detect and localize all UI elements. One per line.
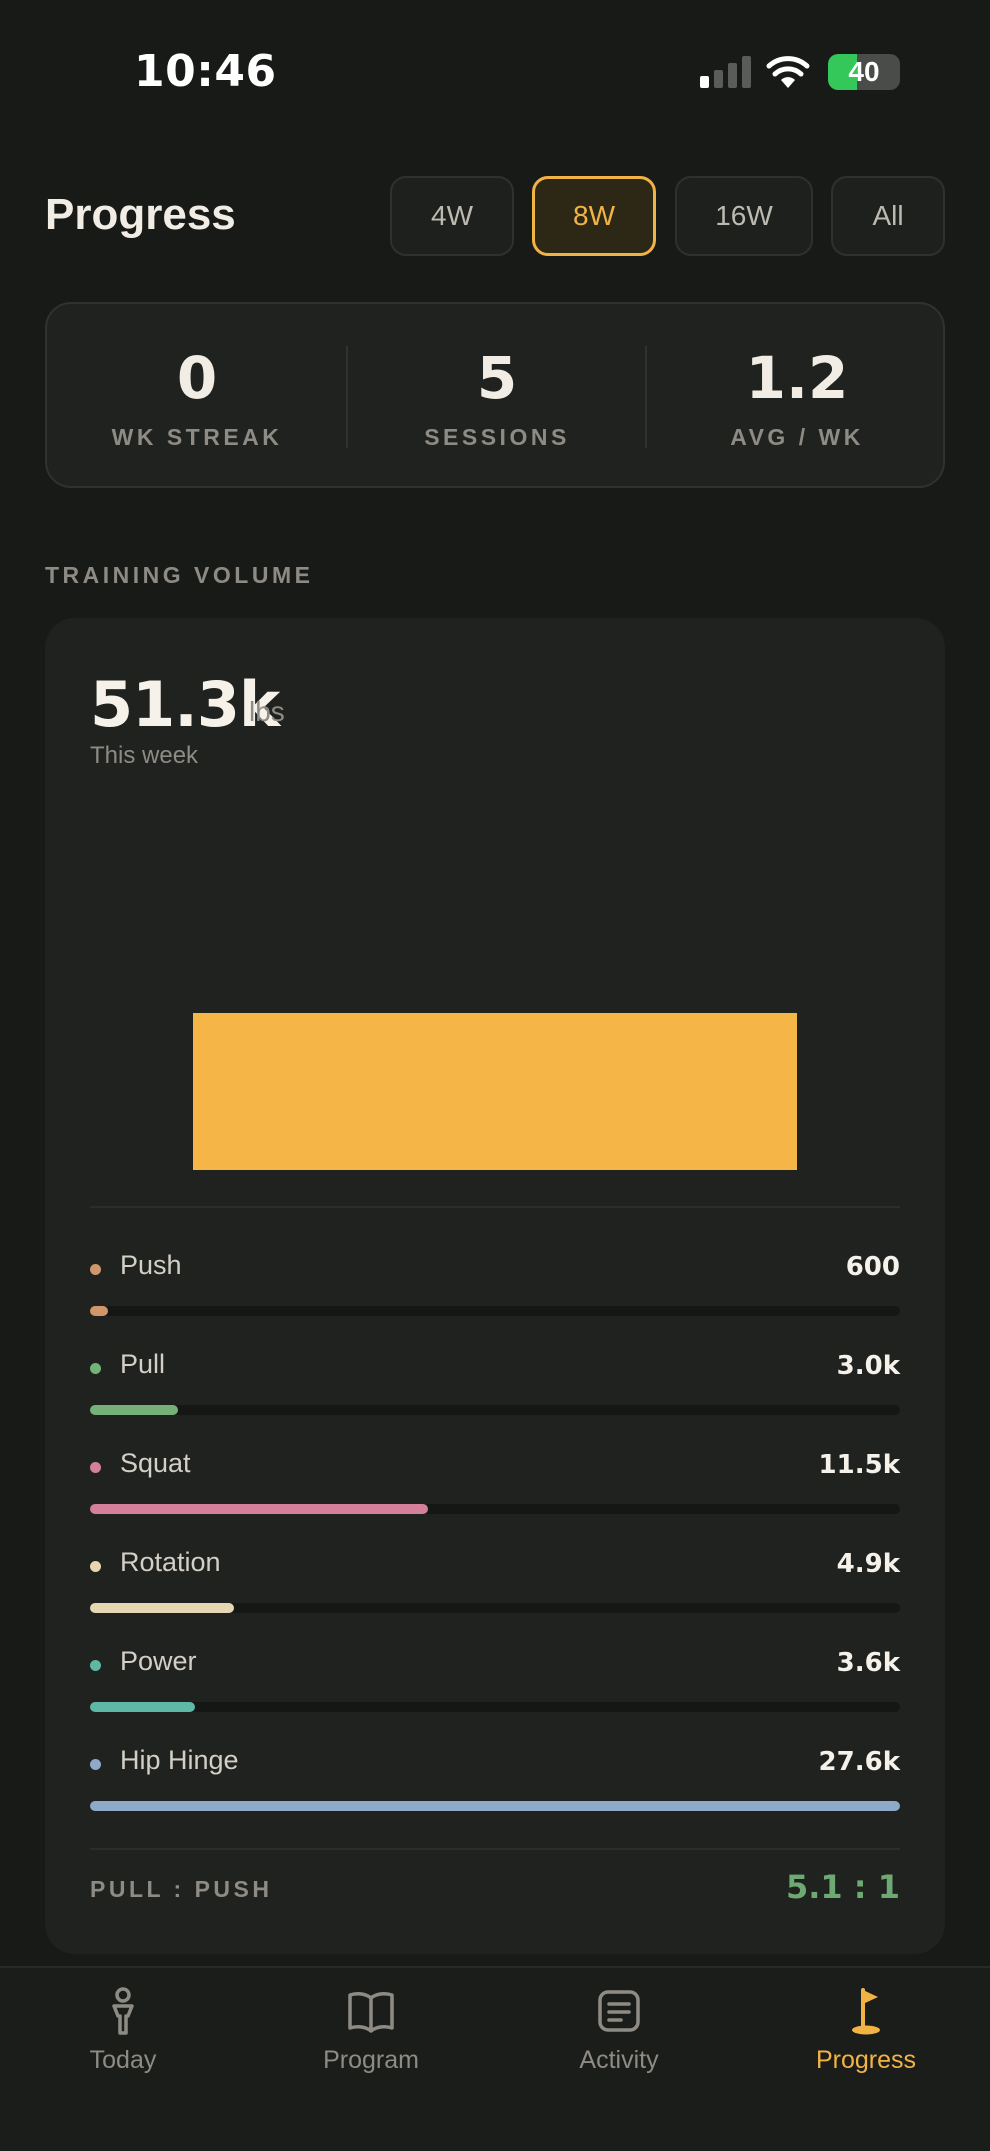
range-button-16w[interactable]: 16W [675, 176, 813, 256]
category-value: 600 [845, 1252, 900, 1282]
category-name: Pull [120, 1349, 166, 1379]
category-progress-fill [90, 1405, 179, 1415]
category-progress-fill [90, 1603, 235, 1613]
range-button-4w[interactable]: 4W [390, 176, 514, 256]
tab-label: Program [323, 2046, 419, 2074]
category-progress-fill [90, 1306, 108, 1316]
tab-label: Today [89, 2046, 157, 2074]
category-row: Hip Hinge 27.6k [90, 1741, 900, 1831]
category-name: Hip Hinge [120, 1745, 239, 1775]
tab-program[interactable]: Program [271, 1986, 471, 2075]
category-value: 3.6k [836, 1648, 900, 1678]
category-value: 27.6k [818, 1747, 900, 1777]
category-progress-track [90, 1603, 900, 1613]
status-icons: 40 [700, 52, 900, 92]
category-progress-fill [90, 1801, 900, 1811]
category-progress-track [90, 1306, 900, 1316]
category-row: Rotation 4.9k [90, 1543, 900, 1633]
battery-icon: 40 [828, 54, 900, 90]
stat-value: 0 [176, 344, 218, 412]
person-icon [112, 1987, 134, 2035]
stat-value: 5 [476, 344, 518, 412]
stats-card: 0 WK STREAK 5 SESSIONS 1.2 AVG / WK [45, 302, 945, 488]
category-row: Power 3.6k [90, 1642, 900, 1732]
category-progress-track [90, 1504, 900, 1514]
card-divider [90, 1206, 900, 1208]
status-time: 10:46 [134, 46, 277, 97]
category-value: 3.0k [836, 1351, 900, 1381]
chart-bar [192, 1012, 798, 1170]
section-label-training-volume: TRAINING VOLUME [45, 562, 314, 588]
tab-progress[interactable]: Progress [766, 1986, 966, 2075]
ratio-label: PULL : PUSH [90, 1876, 273, 1902]
range-button-all[interactable]: All [831, 176, 945, 256]
category-row: Push 600 [90, 1246, 900, 1336]
tab-label: Progress [815, 2046, 917, 2074]
range-button-8w[interactable]: 8W [532, 176, 656, 256]
category-progress-track [90, 1801, 900, 1811]
stat-label: AVG / WK [730, 424, 864, 450]
category-name: Squat [120, 1448, 191, 1478]
category-row: Squat 11.5k [90, 1444, 900, 1534]
category-dot [90, 1462, 101, 1473]
book-icon [348, 1992, 394, 2033]
tab-today[interactable]: Today [23, 1986, 223, 2075]
tab-activity[interactable]: Activity [519, 1986, 719, 2075]
stat-label: SESSIONS [424, 424, 570, 450]
category-dot [90, 1264, 101, 1275]
category-name: Push [120, 1250, 182, 1280]
flag-icon [852, 1988, 880, 2035]
category-progress-track [90, 1405, 900, 1415]
category-dot [90, 1363, 101, 1374]
category-dot [90, 1660, 101, 1671]
category-name: Power [120, 1646, 197, 1676]
battery-level: 40 [848, 56, 880, 87]
category-dot [90, 1759, 101, 1770]
category-progress-fill [90, 1504, 428, 1514]
tab-label: Activity [579, 2046, 659, 2074]
stat-label: WK STREAK [111, 424, 283, 450]
stat-value: 1.2 [745, 344, 849, 412]
list-icon [598, 1990, 640, 2032]
page-title: Progress [45, 190, 236, 239]
tab-bar: Today Program Activity Progress [0, 1966, 990, 2151]
category-value: 11.5k [818, 1450, 900, 1480]
category-progress-fill [90, 1702, 196, 1712]
category-dot [90, 1561, 101, 1572]
category-row: Pull 3.0k [90, 1345, 900, 1435]
category-value: 4.9k [836, 1549, 900, 1579]
training-volume-card: 51.3k lbs This week Push 600 Pull 3.0k Squat… [45, 618, 945, 1954]
volume-chart [45, 618, 945, 1178]
wifi-icon [766, 56, 810, 88]
signal-icon [700, 56, 752, 88]
category-name: Rotation [120, 1547, 221, 1577]
category-progress-track [90, 1702, 900, 1712]
ratio-value: 5.1 : 1 [785, 1868, 900, 1906]
card-divider [90, 1848, 900, 1850]
